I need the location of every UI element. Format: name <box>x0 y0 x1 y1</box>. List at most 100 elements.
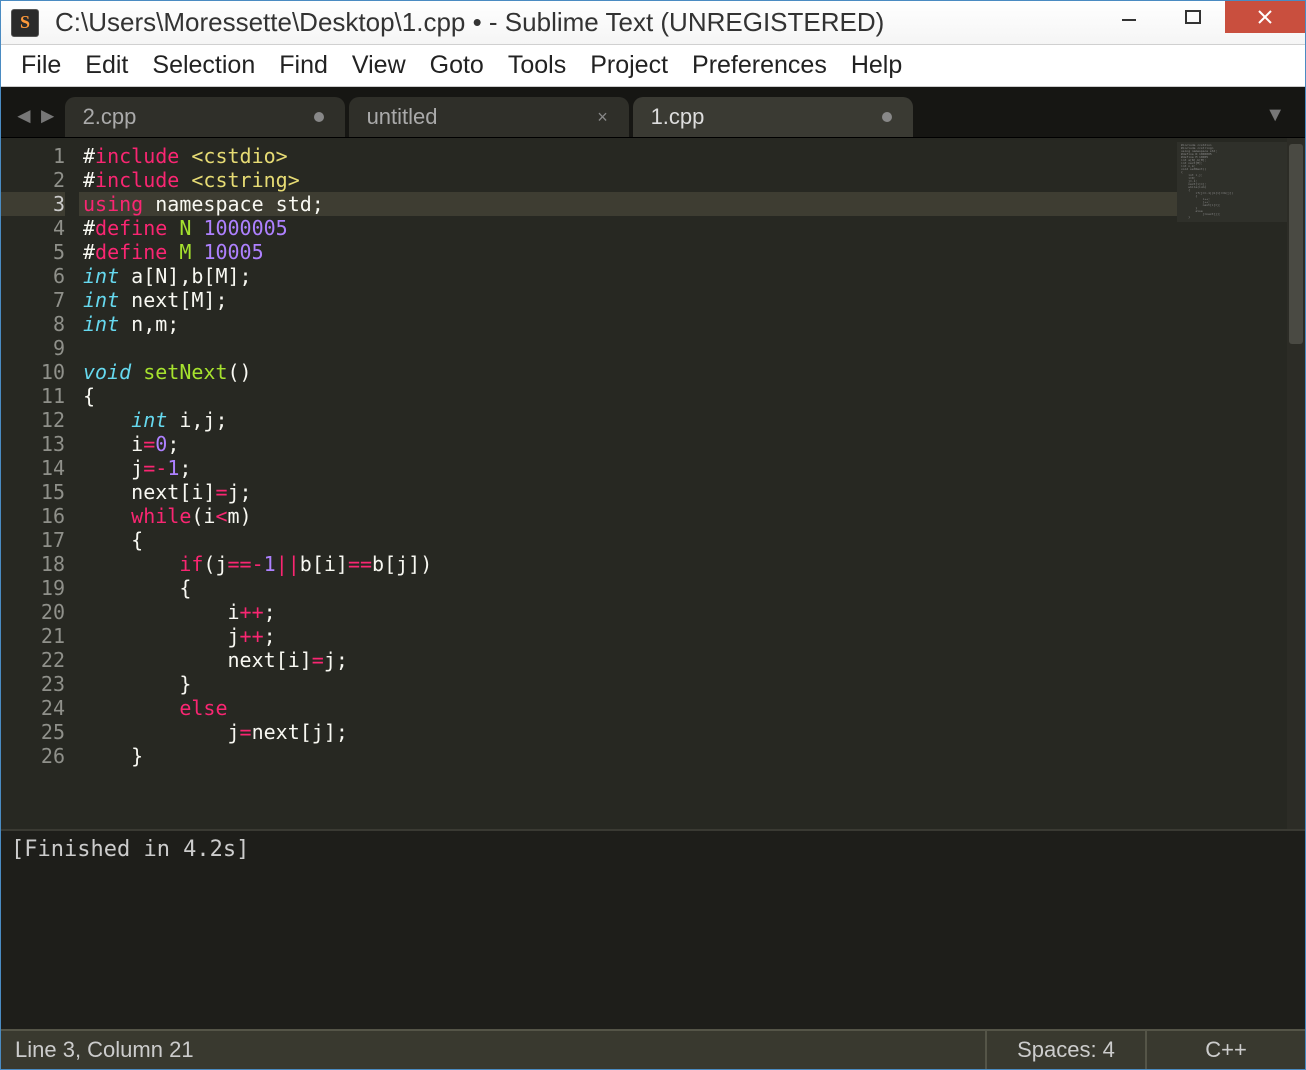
tab-row: ◄ ► 2.cpp untitled× 1.cpp ▼ <box>1 87 1305 137</box>
code-area[interactable]: #include <cstdio>#include <cstring>using… <box>79 138 1177 829</box>
code-line[interactable]: next[i]=j; <box>79 648 1177 672</box>
scrollbar-thumb[interactable] <box>1289 144 1303 344</box>
editor: 1234567891011121314151617181920212223242… <box>1 137 1305 829</box>
tab-nav-prev-icon[interactable]: ◄ <box>13 103 35 129</box>
code-line[interactable]: #include <cstring> <box>79 168 1177 192</box>
line-number[interactable]: 24 <box>1 696 65 720</box>
line-number[interactable]: 12 <box>1 408 65 432</box>
menu-find[interactable]: Find <box>267 47 340 84</box>
maximize-button[interactable] <box>1161 1 1225 33</box>
tab-dirty-icon <box>879 109 895 125</box>
code-line[interactable]: int a[N],b[M]; <box>79 264 1177 288</box>
tab-close-icon[interactable]: × <box>595 109 611 125</box>
code-line[interactable]: void setNext() <box>79 360 1177 384</box>
tab-nav-next-icon[interactable]: ► <box>37 103 59 129</box>
window-title: C:\Users\Moressette\Desktop\1.cpp • - Su… <box>55 7 1097 38</box>
line-number[interactable]: 19 <box>1 576 65 600</box>
line-number[interactable]: 21 <box>1 624 65 648</box>
line-number[interactable]: 9 <box>1 336 65 360</box>
code-line[interactable]: if(j==-1||b[i]==b[j]) <box>79 552 1177 576</box>
code-line[interactable]: i=0; <box>79 432 1177 456</box>
menu-selection[interactable]: Selection <box>140 47 267 84</box>
minimize-icon <box>1120 8 1138 26</box>
line-number[interactable]: 14 <box>1 456 65 480</box>
close-icon <box>1256 8 1274 26</box>
code-line[interactable]: int n,m; <box>79 312 1177 336</box>
code-line[interactable]: j=next[j]; <box>79 720 1177 744</box>
line-number[interactable]: 3 <box>1 192 65 216</box>
menu-project[interactable]: Project <box>578 47 680 84</box>
line-number[interactable]: 13 <box>1 432 65 456</box>
app-icon: S <box>11 9 39 37</box>
status-position[interactable]: Line 3, Column 21 <box>1 1037 985 1063</box>
menu-tools[interactable]: Tools <box>496 47 578 84</box>
minimap-viewport[interactable] <box>1177 142 1287 222</box>
close-button[interactable] <box>1225 1 1305 33</box>
line-number[interactable]: 5 <box>1 240 65 264</box>
titlebar[interactable]: S C:\Users\Moressette\Desktop\1.cpp • - … <box>1 1 1305 45</box>
tab-untitled[interactable]: untitled× <box>349 97 629 137</box>
gutter[interactable]: 1234567891011121314151617181920212223242… <box>1 138 79 829</box>
line-number[interactable]: 1 <box>1 144 65 168</box>
line-number[interactable]: 10 <box>1 360 65 384</box>
menu-help[interactable]: Help <box>839 47 914 84</box>
code-line[interactable]: while(i<m) <box>79 504 1177 528</box>
line-number[interactable]: 20 <box>1 600 65 624</box>
minimize-button[interactable] <box>1097 1 1161 33</box>
line-number[interactable]: 26 <box>1 744 65 768</box>
vertical-scrollbar[interactable] <box>1287 138 1305 829</box>
tab-1-cpp[interactable]: 1.cpp <box>633 97 913 137</box>
line-number[interactable]: 7 <box>1 288 65 312</box>
output-panel[interactable]: [Finished in 4.2s] <box>1 829 1305 1029</box>
line-number[interactable]: 4 <box>1 216 65 240</box>
tab-nav-arrows: ◄ ► <box>7 103 65 137</box>
code-line[interactable]: int i,j; <box>79 408 1177 432</box>
code-line[interactable]: j++; <box>79 624 1177 648</box>
line-number[interactable]: 2 <box>1 168 65 192</box>
line-number[interactable]: 22 <box>1 648 65 672</box>
code-line[interactable]: #define M 10005 <box>79 240 1177 264</box>
status-syntax[interactable]: C++ <box>1145 1031 1305 1069</box>
code-line[interactable]: using namespace std; <box>79 192 1177 216</box>
app-icon-letter: S <box>20 12 30 33</box>
tab-label: 2.cpp <box>83 104 299 130</box>
code-line[interactable]: { <box>79 576 1177 600</box>
code-line[interactable]: else <box>79 696 1177 720</box>
tab-2-cpp[interactable]: 2.cpp <box>65 97 345 137</box>
line-number[interactable]: 17 <box>1 528 65 552</box>
code-line[interactable]: } <box>79 672 1177 696</box>
code-line[interactable]: { <box>79 528 1177 552</box>
line-number[interactable]: 6 <box>1 264 65 288</box>
minimap[interactable]: #include <cstdio>#include <cstring>using… <box>1177 138 1287 829</box>
code-line[interactable]: } <box>79 744 1177 768</box>
line-number[interactable]: 23 <box>1 672 65 696</box>
code-line[interactable]: #define N 1000005 <box>79 216 1177 240</box>
menu-edit[interactable]: Edit <box>73 47 140 84</box>
code-line[interactable]: int next[M]; <box>79 288 1177 312</box>
app-window: S C:\Users\Moressette\Desktop\1.cpp • - … <box>0 0 1306 1070</box>
statusbar: Line 3, Column 21 Spaces: 4 C++ <box>1 1029 1305 1069</box>
code-line[interactable]: i++; <box>79 600 1177 624</box>
line-number[interactable]: 16 <box>1 504 65 528</box>
tab-label: 1.cpp <box>651 104 867 130</box>
line-number[interactable]: 18 <box>1 552 65 576</box>
line-number[interactable]: 15 <box>1 480 65 504</box>
line-number[interactable]: 25 <box>1 720 65 744</box>
code-line[interactable]: { <box>79 384 1177 408</box>
status-indent[interactable]: Spaces: 4 <box>985 1031 1145 1069</box>
tab-dirty-icon <box>311 109 327 125</box>
line-number[interactable]: 8 <box>1 312 65 336</box>
menu-goto[interactable]: Goto <box>418 47 496 84</box>
output-text: [Finished in 4.2s] <box>11 837 249 862</box>
tab-overflow-icon[interactable]: ▼ <box>1265 104 1299 137</box>
menu-preferences[interactable]: Preferences <box>680 47 839 84</box>
menu-file[interactable]: File <box>9 47 73 84</box>
code-line[interactable] <box>79 336 1177 360</box>
code-line[interactable]: #include <cstdio> <box>79 144 1177 168</box>
menubar: FileEditSelectionFindViewGotoToolsProjec… <box>1 45 1305 87</box>
window-controls <box>1097 1 1305 44</box>
code-line[interactable]: j=-1; <box>79 456 1177 480</box>
menu-view[interactable]: View <box>340 47 418 84</box>
code-line[interactable]: next[i]=j; <box>79 480 1177 504</box>
line-number[interactable]: 11 <box>1 384 65 408</box>
